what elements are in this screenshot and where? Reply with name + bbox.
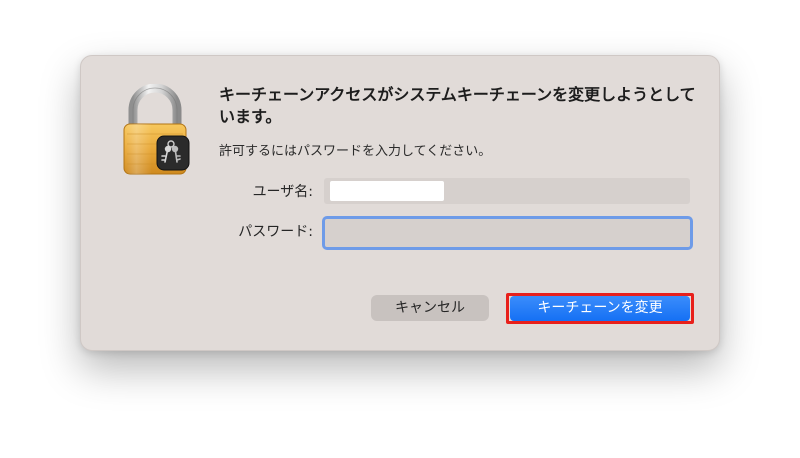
keychain-lock-icon	[121, 83, 191, 180]
dialog-message: 許可するにはパスワードを入力してください。	[219, 144, 492, 159]
dialog-title: キーチェーンアクセスがシステムキーチェーンを変更しようとしています。	[219, 85, 696, 126]
username-field[interactable]	[324, 178, 690, 204]
screen-background: キーチェーンアクセスがシステムキーチェーンを変更しようとしています。 許可するに…	[0, 0, 800, 458]
password-field[interactable]	[322, 216, 693, 250]
cancel-button[interactable]: キャンセル	[371, 295, 489, 321]
username-label: ユーザ名:	[252, 184, 313, 200]
password-label: パスワード:	[238, 224, 313, 240]
username-value	[330, 181, 444, 201]
change-keychain-button[interactable]: キーチェーンを変更	[510, 296, 690, 321]
authentication-dialog: キーチェーンアクセスがシステムキーチェーンを変更しようとしています。 許可するに…	[80, 55, 720, 351]
